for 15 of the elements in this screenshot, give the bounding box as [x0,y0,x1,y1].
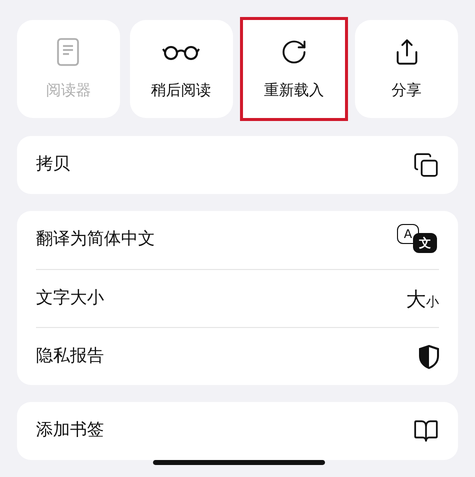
menu-item[interactable]: 文字大小 大小 [36,269,439,327]
action-tile[interactable]: 分享 [355,20,458,118]
menu-item[interactable]: 拷贝 [36,136,439,194]
copy-icon [413,152,439,178]
document-icon [57,38,80,66]
shield-icon [419,344,439,368]
book-icon [413,418,439,444]
menu-item[interactable]: 隐私报告 [36,327,439,385]
action-tile[interactable]: 重新载入 [242,20,346,118]
reload-icon [280,38,308,66]
glasses-icon [162,44,200,60]
menu-item[interactable]: 翻译为简体中文 A 文 [36,211,439,269]
menu-item[interactable]: 添加书签 [36,402,439,460]
text-size-icon: 大小 [406,288,439,308]
action-tile[interactable]: 稍后阅读 [130,20,232,118]
